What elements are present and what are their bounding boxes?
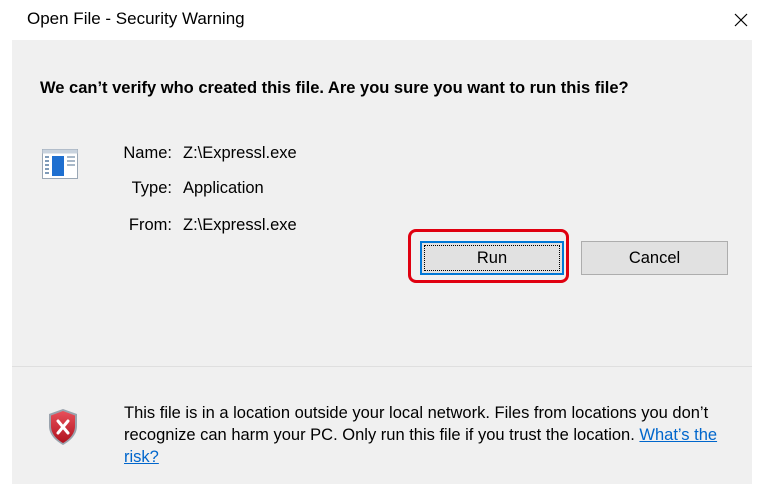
- window-title: Open File - Security Warning: [27, 9, 245, 28]
- cancel-button-label: Cancel: [628, 248, 681, 267]
- from-value: Z:\Expressl.exe: [183, 216, 297, 234]
- close-button[interactable]: [718, 0, 764, 40]
- type-row: Type: Application: [97, 179, 264, 198]
- security-warning-dialog: Open File - Security Warning We can’t ve…: [0, 0, 764, 484]
- name-label: Name:: [123, 144, 172, 162]
- application-window-icon: [42, 149, 78, 179]
- type-value: Application: [183, 179, 264, 197]
- warning-message: This file is in a location outside your …: [124, 402, 744, 468]
- name-row: Name: Z:\Expressl.exe: [97, 144, 297, 163]
- security-question: We can’t verify who created this file. A…: [40, 79, 629, 97]
- close-icon: [734, 13, 748, 27]
- from-label: From:: [128, 216, 172, 234]
- run-button[interactable]: Run: [420, 241, 564, 275]
- shield-x-icon: [49, 409, 77, 445]
- run-button-label: Run: [476, 248, 508, 267]
- main-panel: We can’t verify who created this file. A…: [12, 40, 752, 366]
- run-focus-rect: Run: [424, 245, 560, 271]
- warning-text: This file is in a location outside your …: [124, 404, 709, 444]
- title-bar: Open File - Security Warning: [0, 0, 764, 40]
- type-label: Type:: [131, 179, 172, 197]
- from-row: From: Z:\Expressl.exe: [97, 216, 297, 235]
- warning-panel: This file is in a location outside your …: [12, 366, 752, 484]
- name-value: Z:\Expressl.exe: [183, 144, 297, 162]
- cancel-button[interactable]: Cancel: [581, 241, 728, 275]
